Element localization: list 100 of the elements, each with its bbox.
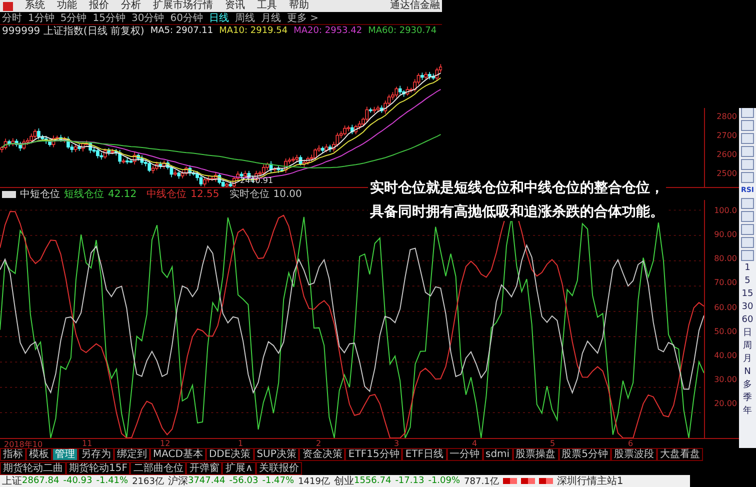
indicator-toggle-icon[interactable] <box>2 190 16 198</box>
indicator-tab[interactable]: 资金决策 <box>299 448 346 461</box>
indicator-tab[interactable]: MACD基本 <box>150 448 206 461</box>
period-tab[interactable]: 1分钟 <box>28 12 54 24</box>
toolbar-button[interactable]: 15 <box>742 289 754 300</box>
toolbar-tool-icon[interactable] <box>741 250 754 261</box>
indicator-line-label: 短线仓位 <box>64 188 104 201</box>
indicator-tab[interactable]: ETF15分钟 <box>345 448 402 461</box>
toolbar-tool-icon[interactable] <box>741 237 754 248</box>
axis-label: 2500 <box>716 169 737 178</box>
moving-average-label: MA60: 2930.74 <box>368 26 437 36</box>
period-tab[interactable]: 分时 <box>2 12 22 24</box>
period-tab[interactable]: 日线 <box>208 12 229 24</box>
axis-label: 80.00 <box>714 254 737 264</box>
indicator-tab[interactable]: 指标 <box>0 448 26 461</box>
indicator-tab[interactable]: 另存为 <box>78 448 114 461</box>
indicator-tab[interactable]: 一分钟 <box>446 448 482 461</box>
moving-average-label: MA5: 2907.11 <box>150 26 214 36</box>
indicator-line-label: 实时仓位 <box>229 188 270 201</box>
toolbar-button[interactable]: 5 <box>744 276 750 287</box>
toolbar-button[interactable]: 月 <box>743 354 752 365</box>
period-tab[interactable]: 15分钟 <box>92 12 126 24</box>
menu-item[interactable]: 帮助 <box>289 0 309 12</box>
date-label: 4 <box>472 439 478 448</box>
index-value: 2867.84 <box>22 476 60 486</box>
toolbar-tool-icon[interactable] <box>741 198 754 209</box>
indicator-tab[interactable]: 管理 <box>52 448 78 461</box>
period-tab[interactable]: 5分钟 <box>60 12 87 24</box>
menu-item[interactable]: 工具 <box>257 0 277 12</box>
chart-title: 999999 上证指数(日线 前复权) <box>2 24 144 38</box>
index-value: 3747.44 <box>188 476 226 486</box>
index-amount: 787.1亿 <box>464 476 499 487</box>
period-tab[interactable]: 30分钟 <box>131 12 164 24</box>
toolbar-button[interactable]: 周 <box>743 341 752 352</box>
period-tab[interactable]: 周线 <box>234 12 255 24</box>
indicator-tab[interactable]: 期货轮动二曲 <box>0 462 66 475</box>
menu-item[interactable]: 资讯 <box>225 0 245 12</box>
menu-item[interactable]: 报价 <box>89 0 109 12</box>
period-tab[interactable]: 月线 <box>260 12 281 24</box>
index-percent: -1.41% <box>96 476 128 486</box>
index-change: -40.93 <box>63 476 92 486</box>
date-label: 2018年10 <box>4 439 43 448</box>
tab-action-button[interactable]: 关联报价 <box>256 462 302 475</box>
index-percent: -1.47% <box>262 476 294 486</box>
axis-label: 60.00 <box>714 302 737 312</box>
server-name: 深圳行情主站1 <box>556 474 624 487</box>
axis-label: 2600 <box>716 150 737 159</box>
indicator-tab[interactable]: 绑定到 <box>114 448 150 461</box>
toolbar-button[interactable]: 日 <box>743 328 752 339</box>
toolbar-button[interactable]: 年 <box>743 406 752 417</box>
signal-bars-icon <box>502 478 517 484</box>
index-name: 上证 <box>2 474 22 487</box>
date-label: 11 <box>82 439 94 448</box>
indicator-tab[interactable]: 期货轮动15F <box>66 462 130 475</box>
toolbar-button[interactable]: N <box>744 367 751 378</box>
axis-label: 100.0 <box>714 206 737 215</box>
toolbar-tool-icon[interactable] <box>741 211 754 222</box>
toolbar-button[interactable]: 1 <box>744 263 750 274</box>
period-tab[interactable]: 60分钟 <box>170 12 203 24</box>
axis-label: 50.00 <box>714 326 737 336</box>
annotation-text: 实时仓位就是短线仓位和中线仓位的整合仓位， <box>368 179 666 197</box>
toolbar-tool-icon[interactable] <box>741 224 754 235</box>
tab-action-button[interactable]: 开弹窗 <box>186 462 222 475</box>
toolbar-button[interactable]: 季 <box>743 393 752 404</box>
app-title: 通达信金融 <box>390 0 440 12</box>
date-label: 6 <box>628 439 634 448</box>
indicator-value: 42.12 <box>108 188 137 200</box>
tab-action-button[interactable]: 扩展∧ <box>222 462 256 475</box>
axis-label: 2700 <box>716 131 737 140</box>
indicator-tab[interactable]: DDE决策 <box>206 448 254 461</box>
index-amount: 1419亿 <box>298 476 330 487</box>
indicator-tab[interactable]: 二部曲仓位 <box>130 462 186 475</box>
signal-bars-icon <box>538 478 553 484</box>
moving-average-label: MA20: 2953.42 <box>294 26 362 36</box>
low-price-label: 2440.91 <box>240 176 274 185</box>
moving-average-label: MA10: 2919.54 <box>219 26 288 36</box>
app-logo-icon <box>3 2 13 10</box>
indicator-tab[interactable]: SUP决策 <box>254 448 300 461</box>
indicator-tab[interactable]: 大盘看盘 <box>656 448 703 461</box>
menu-item[interactable]: 分析 <box>121 0 141 12</box>
date-label: 3 <box>394 439 400 448</box>
toolbar-chart-icon[interactable] <box>741 107 754 118</box>
indicator-tab[interactable]: 股票操盘 <box>512 448 559 461</box>
indicator-tab[interactable]: 模板 <box>26 448 52 461</box>
indicator-tab[interactable]: 股票波段 <box>610 448 657 461</box>
date-label: 5 <box>550 439 556 448</box>
axis-label: 40.00 <box>714 350 737 360</box>
axis-label: 30.00 <box>714 374 737 384</box>
period-tab[interactable]: 更多 > <box>286 12 319 24</box>
indicator-tab[interactable]: sdmi <box>482 448 513 461</box>
indicator-tab[interactable]: ETF日线 <box>402 448 446 461</box>
indicator-tab[interactable]: 股票5分钟 <box>558 448 611 461</box>
toolbar-button[interactable]: 30 <box>742 302 754 313</box>
menu-item[interactable]: 功能 <box>57 0 77 12</box>
toolbar-button[interactable]: 多 <box>743 380 752 391</box>
toolbar-button[interactable]: 60 <box>742 315 754 326</box>
axis-label: 2800 <box>716 112 737 121</box>
index-name: 沪深 <box>168 474 188 487</box>
annotation-text: 具备同时拥有高抛低吸和追涨杀跌的合体功能。 <box>368 203 666 221</box>
date-label: 1 <box>238 439 244 448</box>
